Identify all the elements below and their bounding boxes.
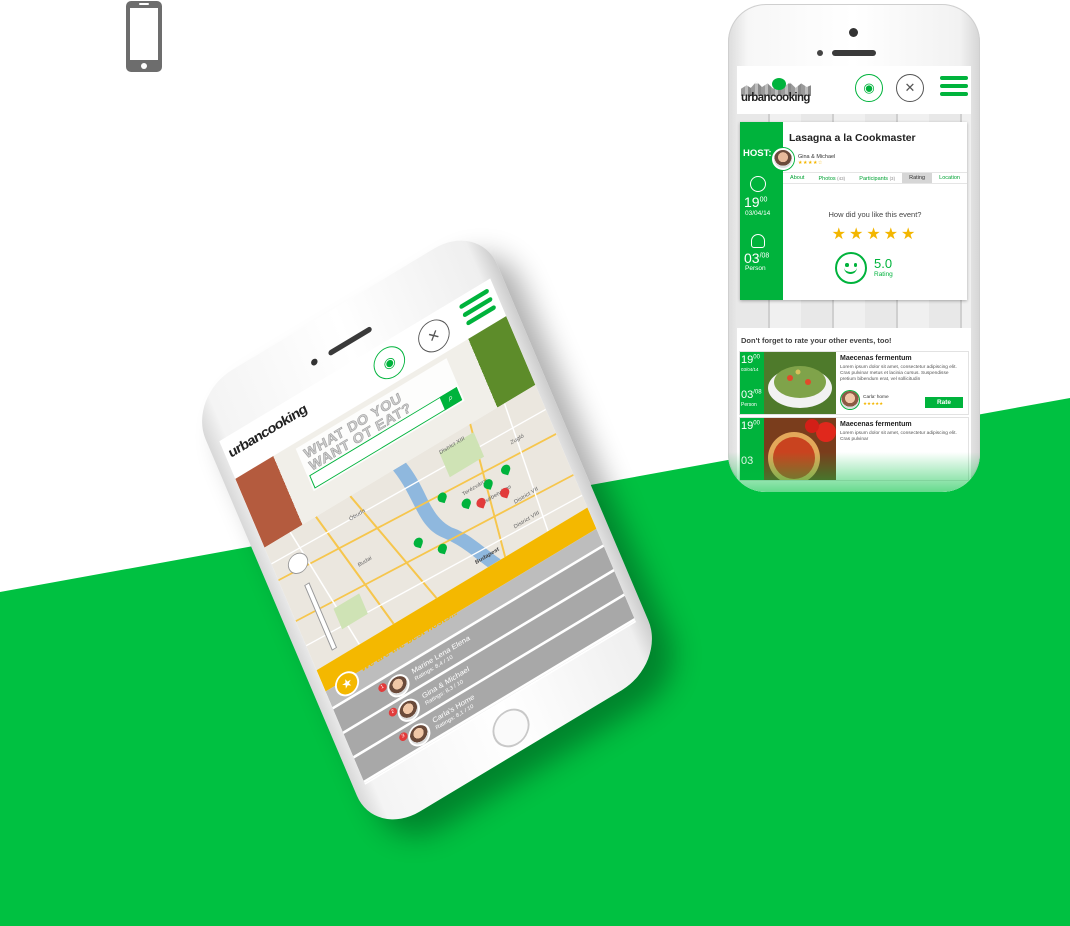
- event-time: 1900: [744, 194, 768, 210]
- event-time: 1900: [741, 354, 760, 366]
- event-rating-screen: urbancooking ◉ ✕ HOST: 1900 03/04/14 03/…: [737, 66, 971, 492]
- other-event-card[interactable]: 1900 03/04/14 03/08 Person Maecenas ferm…: [740, 352, 968, 414]
- host-avatar: [841, 391, 859, 409]
- person-label: Person: [745, 265, 766, 272]
- tab-rating[interactable]: Rating: [902, 173, 933, 183]
- tab-participants[interactable]: Participants (3): [852, 173, 902, 183]
- cooking-event-icon[interactable]: ◉: [855, 74, 883, 102]
- event-date: 03/04/14: [741, 367, 759, 372]
- mobile-device-icon: [125, 0, 163, 73]
- other-events-heading: Don't forget to rate your other events, …: [741, 336, 892, 345]
- front-camera: [310, 357, 319, 367]
- front-camera: [849, 28, 858, 37]
- rate-button[interactable]: Rate: [925, 397, 963, 408]
- tab-location[interactable]: Location: [932, 173, 967, 183]
- host-label: HOST:: [743, 148, 772, 159]
- host-rank-badge: 1: [377, 681, 388, 694]
- host-rank-badge: 2: [387, 706, 399, 719]
- pasta-salad-photo: [764, 352, 836, 414]
- screen-fade: [728, 452, 980, 492]
- event-description: Lorem ipsum dolor sit amet, consectetur …: [840, 431, 957, 442]
- urbancooking-logo[interactable]: urbancooking: [741, 78, 811, 106]
- event-description: Lorem ipsum dolor sit amet, consectetur …: [840, 365, 957, 382]
- proximity-sensor: [817, 50, 823, 56]
- menu-icon[interactable]: [458, 288, 497, 327]
- host-rank-badge: 3: [397, 730, 409, 743]
- app-header: urbancooking ◉ ✕: [737, 66, 971, 114]
- logo-text: urbancooking: [741, 92, 810, 104]
- cutlery-icon[interactable]: ✕: [896, 74, 924, 102]
- menu-icon[interactable]: [940, 76, 968, 98]
- earpiece-speaker: [832, 50, 876, 56]
- person-icon: [751, 234, 765, 248]
- host-rating-stars: ★★★★☆: [798, 160, 823, 166]
- person-label: Person: [741, 402, 757, 408]
- event-title: Maecenas fermentum: [840, 355, 912, 362]
- event-title: Lasagna a la Cookmaster: [789, 132, 916, 144]
- smiley-icon: [835, 252, 867, 284]
- rating-score: 5.0: [874, 256, 893, 271]
- person-count: 03/08: [744, 250, 770, 266]
- event-time: 1900: [741, 420, 760, 432]
- event-tabs: About Photos (43) Participants (3) Ratin…: [783, 172, 967, 184]
- rating-question: How did you like this event?: [828, 210, 922, 219]
- host-rating-stars: ★★★★★: [863, 401, 884, 406]
- event-title: Maecenas fermentum: [840, 421, 912, 428]
- chef-hat-icon: [772, 78, 786, 90]
- clock-icon: [750, 176, 766, 192]
- person-count: 03/08: [741, 389, 762, 401]
- tab-photos[interactable]: Photos (43): [811, 173, 852, 183]
- rating-score-label: Rating: [874, 271, 893, 278]
- right-phone-mockup: urbancooking ◉ ✕ HOST: 1900 03/04/14 03/…: [728, 4, 980, 492]
- event-date: 03/04/14: [745, 210, 771, 217]
- tab-about[interactable]: About: [783, 173, 811, 183]
- host-avatar[interactable]: [772, 148, 794, 170]
- host-name: Carla' home: [863, 395, 889, 400]
- rating-stars-input[interactable]: ★★★★★: [783, 224, 967, 244]
- event-info-sidebar: 1900 03/04/14 03/08 Person: [740, 352, 764, 414]
